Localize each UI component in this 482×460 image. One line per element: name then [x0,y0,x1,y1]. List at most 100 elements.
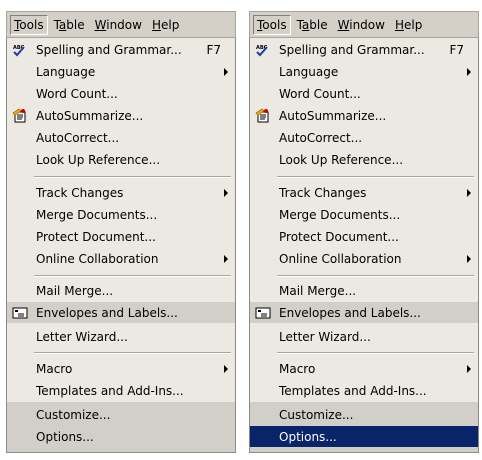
menu-item-label: AutoCorrect... [36,130,120,145]
shortcut-label: F7 [206,42,221,57]
menu-bar: Tools Table Window Help [249,11,479,38]
menu-item-label: Mail Merge... [279,283,357,298]
menu-item-label: Word Count... [279,86,361,101]
menu-item-protect-document[interactable]: Protect Document... [7,226,235,247]
menu-separator [34,176,231,178]
menu-item-options[interactable]: Options... [7,426,235,447]
submenu-arrow-icon [467,254,471,263]
submenu-arrow-icon [224,188,228,197]
menu-item-label: Protect Document... [36,229,156,244]
menu-item-letter-wizard[interactable]: Letter Wizard... [250,326,478,347]
menu-item-online-collaboration[interactable]: Online Collaboration [250,248,478,269]
menu-item-label: Merge Documents... [36,207,158,222]
menu-item-lookup-reference[interactable]: Look Up Reference... [7,149,235,170]
menu-item-macro[interactable]: Macro [7,358,235,379]
menu-item-word-count[interactable]: Word Count... [250,83,478,104]
menu-item-label: Customize... [279,407,354,422]
menu-item-label: AutoCorrect... [279,130,363,145]
menu-item-autosummarize[interactable]: AutoSummarize... [250,105,478,126]
menu-item-autocorrect[interactable]: AutoCorrect... [7,127,235,148]
envelope-icon [254,305,272,321]
menu-item-label: Language [36,64,96,79]
menu-item-label: Online Collaboration [36,251,159,266]
menu-item-spelling-grammar[interactable]: ABC Spelling and Grammar... F7 [250,39,478,60]
menu-item-label: Spelling and Grammar... [279,42,425,57]
menubar-table[interactable]: Table [293,15,332,35]
menu-item-label: Merge Documents... [279,207,401,222]
menu-item-label: Envelopes and Labels... [279,305,421,320]
menu-item-label: Letter Wizard... [279,329,371,344]
submenu-arrow-icon [224,67,228,76]
menu-item-letter-wizard[interactable]: Letter Wizard... [7,326,235,347]
menubar-tools[interactable]: Tools [253,14,291,35]
submenu-arrow-icon [224,254,228,263]
tools-menu-panel-left: Tools Table Window Help ABC Spelling and… [6,11,236,453]
menu-item-label: Look Up Reference... [36,152,161,167]
tools-dropdown: ABC Spelling and Grammar... F7 Language … [6,38,236,453]
menu-item-label: Language [279,64,339,79]
menu-item-label: Letter Wizard... [36,329,128,344]
menubar-help[interactable]: Help [391,15,426,35]
menu-item-label: Mail Merge... [36,283,114,298]
submenu-arrow-icon [224,364,228,373]
menu-item-mail-merge[interactable]: Mail Merge... [7,280,235,301]
menu-item-autosummarize[interactable]: AutoSummarize... [7,105,235,126]
menu-item-label: Track Changes [36,185,124,200]
menu-separator [277,176,474,178]
menu-item-language[interactable]: Language [250,61,478,82]
shortcut-label: F7 [449,42,464,57]
menu-item-label: Macro [36,361,73,376]
menu-item-online-collaboration[interactable]: Online Collaboration [7,248,235,269]
menubar-window[interactable]: Window [91,15,146,35]
tools-dropdown: ABC Spelling and Grammar... F7 Language … [249,38,479,453]
menubar-window[interactable]: Window [334,15,389,35]
menu-item-label: Templates and Add-Ins... [279,383,427,398]
submenu-arrow-icon [467,364,471,373]
tools-menu-panel-right: Tools Table Window Help ABC Spelling and… [249,11,479,453]
submenu-arrow-icon [467,188,471,197]
menu-item-label: Look Up Reference... [279,152,404,167]
menu-item-envelopes-labels[interactable]: Envelopes and Labels... [7,302,235,323]
menu-item-label: Macro [279,361,316,376]
autosummarize-icon [254,108,272,124]
menu-item-spelling-grammar[interactable]: ABC Spelling and Grammar... F7 [7,39,235,60]
envelope-icon [11,305,29,321]
menu-item-label: Envelopes and Labels... [36,305,178,320]
spelling-check-icon: ABC [11,42,29,58]
menu-item-track-changes[interactable]: Track Changes [7,182,235,203]
menu-item-templates-addins[interactable]: Templates and Add-Ins... [250,380,478,401]
menu-item-word-count[interactable]: Word Count... [7,83,235,104]
menu-item-label: Protect Document... [279,229,399,244]
menu-item-label: Track Changes [279,185,367,200]
spelling-check-icon: ABC [254,42,272,58]
submenu-arrow-icon [467,67,471,76]
menu-item-envelopes-labels[interactable]: Envelopes and Labels... [250,302,478,323]
menu-item-label: Templates and Add-Ins... [36,383,184,398]
menu-item-label: AutoSummarize... [279,108,387,123]
menu-separator [277,275,474,277]
menu-separator [34,275,231,277]
menu-item-autocorrect[interactable]: AutoCorrect... [250,127,478,148]
menu-item-customize[interactable]: Customize... [7,404,235,425]
menu-item-lookup-reference[interactable]: Look Up Reference... [250,149,478,170]
menu-item-options-selected[interactable]: Options... [250,426,478,447]
menu-item-label: Word Count... [36,86,118,101]
menu-item-label: Customize... [36,407,111,422]
menubar-table[interactable]: Table [50,15,89,35]
menu-item-mail-merge[interactable]: Mail Merge... [250,280,478,301]
menu-item-protect-document[interactable]: Protect Document... [250,226,478,247]
menu-item-label: Options... [279,429,337,444]
menu-item-templates-addins[interactable]: Templates and Add-Ins... [7,380,235,401]
menu-item-language[interactable]: Language [7,61,235,82]
menubar-tools[interactable]: Tools [10,14,48,35]
menu-item-merge-documents[interactable]: Merge Documents... [7,204,235,225]
menu-item-track-changes[interactable]: Track Changes [250,182,478,203]
menu-bar: Tools Table Window Help [6,11,236,38]
menu-item-merge-documents[interactable]: Merge Documents... [250,204,478,225]
menu-item-label: Options... [36,429,94,444]
menu-item-customize[interactable]: Customize... [250,404,478,425]
menu-separator [277,352,474,354]
menubar-help[interactable]: Help [148,15,183,35]
menu-item-label: Online Collaboration [279,251,402,266]
menu-item-macro[interactable]: Macro [250,358,478,379]
